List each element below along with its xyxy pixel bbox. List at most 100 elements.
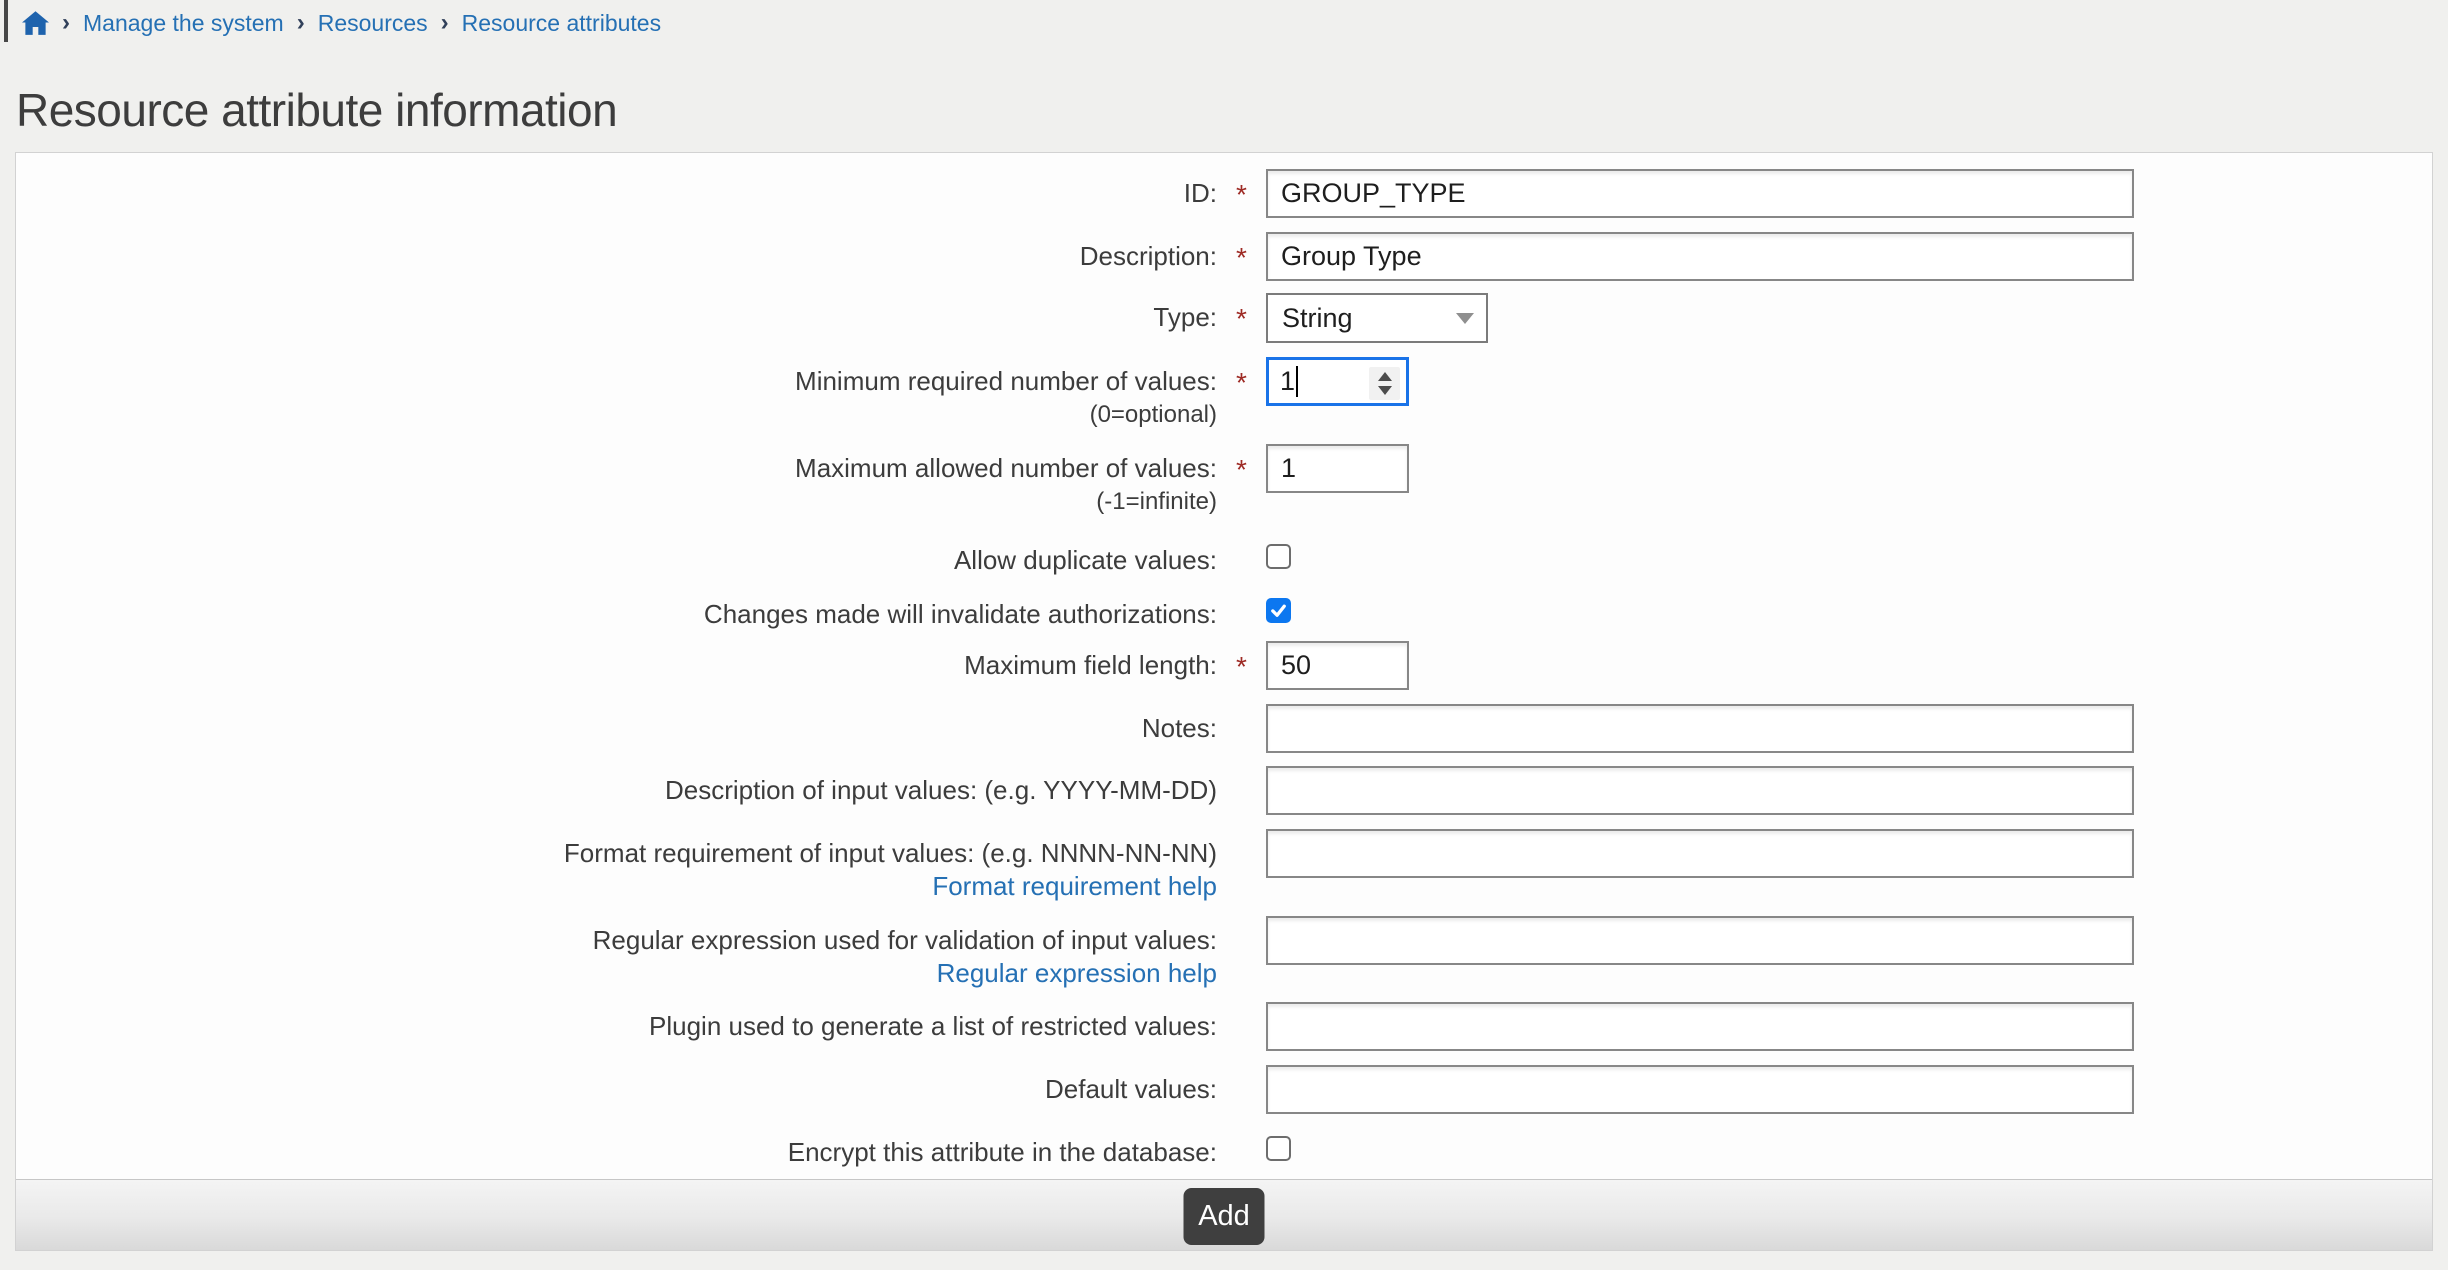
breadcrumb: › Manage the system › Resources › Resour… (22, 9, 661, 37)
description-label-group: Description: (16, 232, 1217, 273)
allow-duplicates-label-group: Allow duplicate values: (16, 536, 1217, 577)
allow-duplicates-label: Allow duplicate values: (16, 544, 1217, 577)
restricted-values-plugin-input[interactable] (1266, 1002, 2134, 1051)
required-asterisk: * (1217, 357, 1266, 399)
encrypt-label: Encrypt this attribute in the database: (16, 1136, 1217, 1169)
max-values-label-group: Maximum allowed number of values:(-1=inf… (16, 444, 1217, 518)
validation-regex-control (1266, 916, 2134, 965)
notes-label: Notes: (16, 712, 1217, 745)
input-values-description-input[interactable] (1266, 766, 2134, 815)
format-requirement-help-link[interactable]: Format requirement help (16, 870, 1217, 903)
form-row-default-values: Default values: (16, 1065, 2432, 1114)
validation-regex-label: Regular expression used for validation o… (16, 924, 1217, 957)
spinner-down-icon[interactable] (1378, 386, 1392, 395)
form-row-allow-duplicates: Allow duplicate values: (16, 536, 2432, 577)
max-field-length-label: Maximum field length: (16, 649, 1217, 682)
id-label: ID: (16, 177, 1217, 210)
number-spinner[interactable] (1369, 367, 1400, 400)
max-values-sublabel: (-1=infinite) (16, 485, 1217, 518)
text-cursor (1296, 366, 1298, 397)
checkmark-icon (1269, 601, 1288, 620)
form-row-description: Description:* (16, 232, 2432, 281)
home-crumb[interactable] (22, 11, 49, 35)
max-field-length-control (1266, 641, 1409, 690)
invalidate-authorizations-checkbox[interactable] (1266, 598, 1291, 623)
form-row-max-field-length: Maximum field length:* (16, 641, 2432, 690)
min-values-value: 1 (1280, 366, 1295, 397)
type-selected-value: String (1282, 303, 1353, 334)
breadcrumb-separator: › (62, 9, 70, 37)
form-row-max-values: Maximum allowed number of values:(-1=inf… (16, 444, 2432, 518)
breadcrumb-link-resource-attributes[interactable]: Resource attributes (462, 10, 661, 37)
form-row-restricted-values-plugin: Plugin used to generate a list of restri… (16, 1002, 2432, 1051)
encrypt-label-group: Encrypt this attribute in the database: (16, 1128, 1217, 1169)
type-control: String (1266, 293, 1488, 343)
max-values-label: Maximum allowed number of values: (16, 452, 1217, 485)
required-asterisk (1217, 829, 1266, 838)
invalidate-authorizations-control (1266, 590, 1291, 623)
validation-regex-input[interactable] (1266, 916, 2134, 965)
required-asterisk (1217, 1002, 1266, 1011)
description-label: Description: (16, 240, 1217, 273)
breadcrumb-separator: › (297, 9, 305, 37)
default-values-input[interactable] (1266, 1065, 2134, 1114)
allow-duplicates-checkbox[interactable] (1266, 544, 1291, 569)
restricted-values-plugin-control (1266, 1002, 2134, 1051)
max-values-input[interactable] (1266, 444, 1409, 493)
max-field-length-label-group: Maximum field length: (16, 641, 1217, 682)
required-asterisk: * (1217, 641, 1266, 683)
form-row-input-values-description: Description of input values: (e.g. YYYY-… (16, 766, 2432, 815)
encrypt-checkbox[interactable] (1266, 1136, 1291, 1161)
format-requirement-input[interactable] (1266, 829, 2134, 878)
required-asterisk (1217, 1065, 1266, 1074)
form-row-format-requirement: Format requirement of input values: (e.g… (16, 829, 2432, 903)
restricted-values-plugin-label-group: Plugin used to generate a list of restri… (16, 1002, 1217, 1043)
allow-duplicates-control (1266, 536, 1291, 569)
form-row-validation-regex: Regular expression used for validation o… (16, 916, 2432, 990)
breadcrumb-separator: › (441, 9, 449, 37)
validation-regex-help-link[interactable]: Regular expression help (16, 957, 1217, 990)
input-values-description-control (1266, 766, 2134, 815)
min-values-control: 1 (1266, 357, 1409, 406)
form-row-id: ID:* (16, 169, 2432, 218)
required-asterisk (1217, 1128, 1266, 1137)
page-title: Resource attribute information (16, 83, 617, 137)
input-values-description-label: Description of input values: (e.g. YYYY-… (16, 774, 1217, 807)
spinner-up-icon[interactable] (1378, 372, 1392, 381)
id-input[interactable] (1266, 169, 2134, 218)
required-asterisk: * (1217, 232, 1266, 274)
default-values-control (1266, 1065, 2134, 1114)
id-label-group: ID: (16, 169, 1217, 210)
type-label: Type: (16, 301, 1217, 334)
id-control (1266, 169, 2134, 218)
max-field-length-input[interactable] (1266, 641, 1409, 690)
required-asterisk (1217, 536, 1266, 545)
form-row-min-values: Minimum required number of values:(0=opt… (16, 357, 2432, 431)
breadcrumb-link-manage-the-system[interactable]: Manage the system (83, 10, 284, 37)
min-values-input[interactable]: 1 (1266, 357, 1409, 406)
format-requirement-label: Format requirement of input values: (e.g… (16, 837, 1217, 870)
form-row-type: Type:* String (16, 293, 2432, 343)
description-input[interactable] (1266, 232, 2134, 281)
notes-label-group: Notes: (16, 704, 1217, 745)
max-values-control (1266, 444, 1409, 493)
required-asterisk: * (1217, 169, 1266, 211)
form-footer: Add (16, 1179, 2432, 1250)
notes-control (1266, 704, 2134, 753)
default-values-label: Default values: (16, 1073, 1217, 1106)
encrypt-control (1266, 1128, 1291, 1161)
invalidate-authorizations-label-group: Changes made will invalidate authorizati… (16, 590, 1217, 631)
home-icon[interactable] (22, 11, 49, 35)
form-row-encrypt: Encrypt this attribute in the database: (16, 1128, 2432, 1169)
form-row-notes: Notes: (16, 704, 2432, 753)
default-values-label-group: Default values: (16, 1065, 1217, 1106)
breadcrumb-link-resources[interactable]: Resources (318, 10, 428, 37)
required-asterisk (1217, 590, 1266, 599)
notes-input[interactable] (1266, 704, 2134, 753)
restricted-values-plugin-label: Plugin used to generate a list of restri… (16, 1010, 1217, 1043)
type-select[interactable]: String (1266, 293, 1488, 343)
required-asterisk: * (1217, 293, 1266, 335)
required-asterisk (1217, 916, 1266, 925)
form-panel: Add ID:*Description:*Type:*StringMinimum… (15, 152, 2433, 1251)
add-button[interactable]: Add (1184, 1188, 1265, 1245)
